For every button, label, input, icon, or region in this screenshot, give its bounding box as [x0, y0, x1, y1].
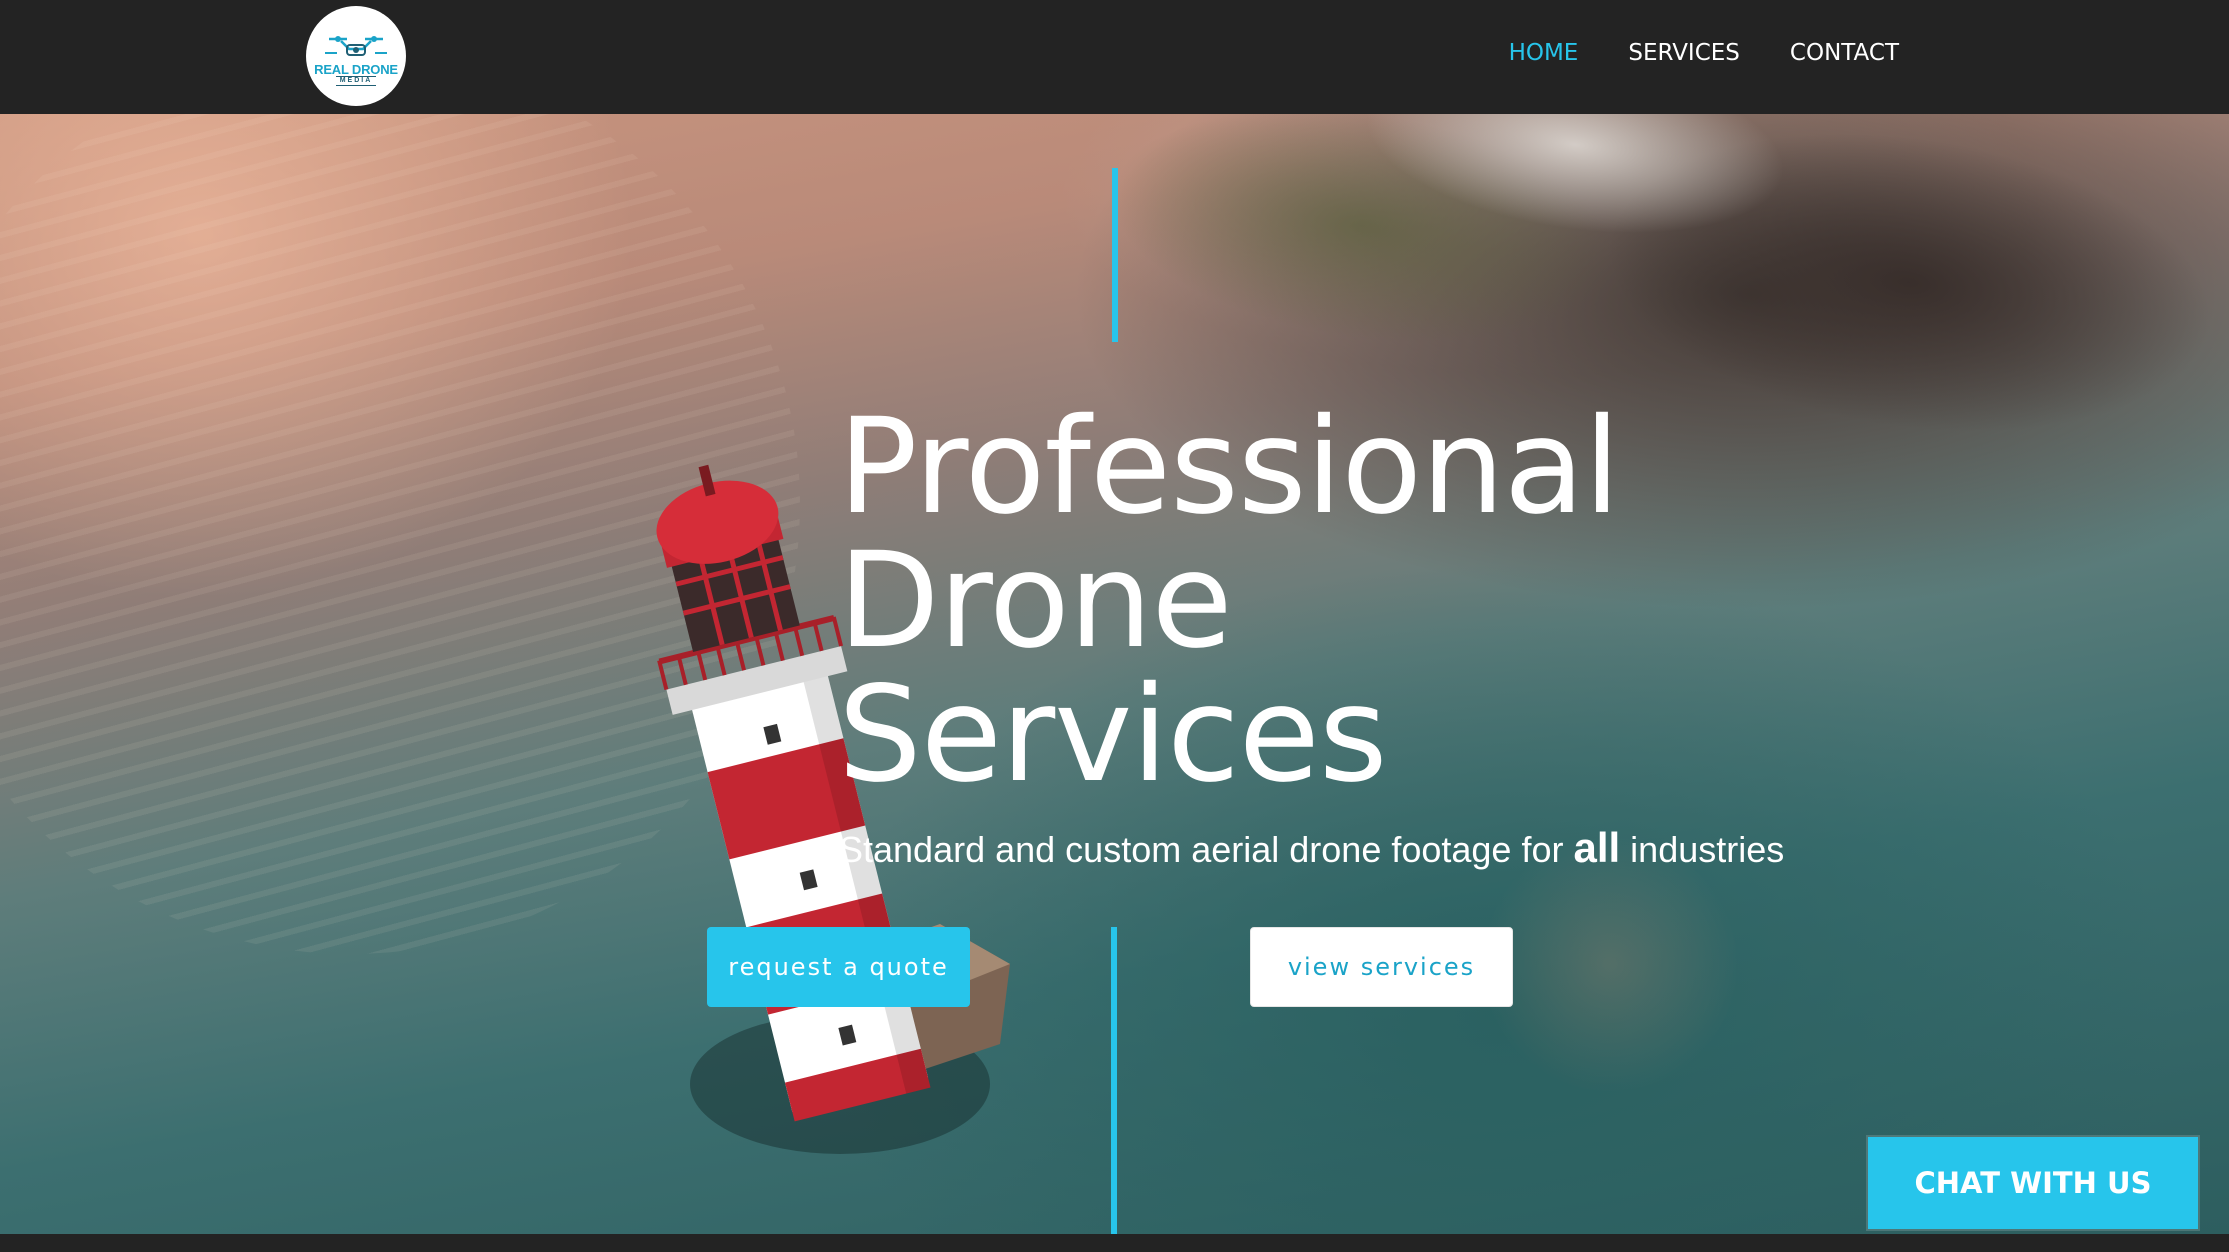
drone-icon	[325, 35, 387, 56]
site-header: REAL DRONE MEDIA HOME SERVICES CONTACT	[0, 0, 2229, 114]
nav-item-contact[interactable]: CONTACT	[1790, 40, 1899, 66]
logo-title: REAL DRONE	[314, 61, 398, 77]
logo-subtitle: MEDIA	[335, 75, 377, 86]
subline-emphasis: all	[1573, 824, 1621, 871]
hero-background-glare	[1480, 834, 1740, 1094]
subline-text-start: Standard and custom aerial drone footage…	[839, 829, 1574, 870]
footer-strip	[0, 1234, 2229, 1252]
hero-headline: Professional Drone Services	[838, 390, 1620, 812]
accent-line-top	[1112, 168, 1118, 342]
site-logo[interactable]: REAL DRONE MEDIA	[306, 6, 406, 106]
page: REAL DRONE MEDIA HOME SERVICES CONTACT P…	[0, 0, 2229, 1252]
nav-item-home[interactable]: HOME	[1509, 40, 1579, 66]
hero-subline: Standard and custom aerial drone footage…	[839, 824, 1839, 872]
accent-line-bottom	[1111, 927, 1117, 1234]
view-services-button[interactable]: view services	[1250, 927, 1513, 1007]
subline-text-end: industries	[1620, 829, 1785, 870]
main-nav: HOME SERVICES CONTACT	[1509, 40, 1899, 66]
request-quote-button[interactable]: request a quote	[707, 927, 970, 1007]
nav-item-services[interactable]: SERVICES	[1628, 40, 1740, 66]
chat-with-us-button[interactable]: CHAT WITH US	[1868, 1137, 2198, 1229]
